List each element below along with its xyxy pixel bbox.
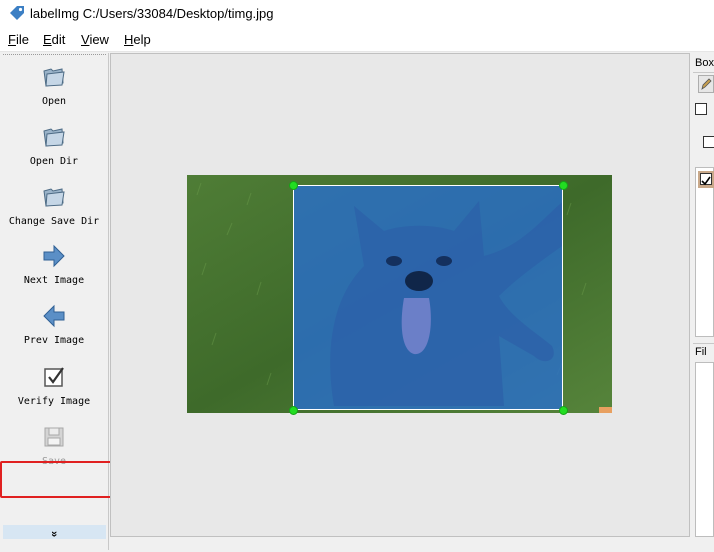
pencil-icon [701,78,712,90]
next-image-button[interactable]: Next Image [0,243,108,286]
difficult-checkbox[interactable] [695,103,707,115]
folder-open-icon [43,68,65,87]
prev-image-label: Prev Image [23,335,85,346]
open-dir-label: Open Dir [29,156,79,167]
label-visibility-checkbox[interactable] [700,173,712,186]
verify-image-button[interactable]: Verify Image [0,364,108,407]
menu-bar: File Edit View Help [0,28,714,52]
toolbar-expand-button[interactable]: » [3,525,106,539]
floppy-disk-icon [44,427,64,447]
file-list[interactable] [695,362,714,537]
label-list-item[interactable] [698,171,714,188]
menu-file[interactable]: File [8,32,29,47]
open-label: Open [41,96,67,107]
dog-silhouette [330,201,564,406]
check-icon [701,176,711,186]
box-labels-panel-title: Box [695,57,714,69]
open-button[interactable]: Open [0,64,108,107]
bbox-handle-bottom-left[interactable] [289,406,298,415]
divider [693,72,714,73]
open-dir-button[interactable]: Open Dir [0,124,108,167]
edit-label-button[interactable] [698,75,714,93]
menu-view[interactable]: View [81,32,109,47]
bbox-handle-bottom-right[interactable] [559,406,568,415]
prev-image-button[interactable]: Prev Image [0,303,108,346]
tag-icon [10,6,24,20]
use-default-label-checkbox[interactable] [703,136,714,148]
arrow-right-icon [43,244,65,268]
label-list [695,167,714,337]
title-bar: labelImg C:/Users/33084/Desktop/timg.jpg [0,0,714,28]
menu-help[interactable]: Help [124,32,151,47]
bounding-box[interactable] [293,185,564,410]
annotation-highlight [0,461,125,498]
checkbox-icon [44,367,64,387]
double-chevron-down-icon: » [48,530,61,538]
toolbar-grip[interactable] [3,54,106,57]
next-image-label: Next Image [23,275,85,286]
file-list-panel-title: Fil [695,346,707,358]
verify-image-label: Verify Image [17,396,91,407]
change-save-dir-button[interactable]: Change Save Dir [0,184,108,227]
bbox-handle-top-left[interactable] [289,181,298,190]
right-dock: Box Fil [693,53,714,537]
window-title: labelImg C:/Users/33084/Desktop/timg.jpg [30,6,274,21]
folder-open-icon [43,128,65,147]
folder-open-icon [43,188,65,207]
bbox-handle-top-right[interactable] [559,181,568,190]
divider [693,343,714,344]
status-bar [110,537,714,552]
change-save-dir-label: Change Save Dir [8,216,100,227]
menu-edit[interactable]: Edit [43,32,65,47]
arrow-left-icon [43,304,65,328]
